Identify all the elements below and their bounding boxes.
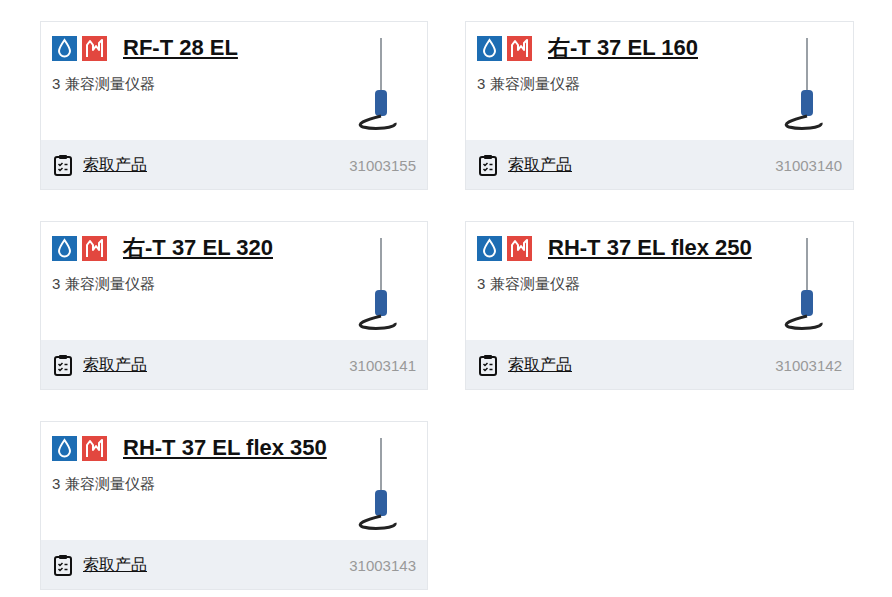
water-drop-icon: [477, 236, 502, 261]
request-product-label[interactable]: 索取产品: [83, 553, 147, 577]
probe-icon: [761, 234, 845, 330]
request-product-link[interactable]: 索取产品: [53, 353, 147, 377]
card-footer: 索取产品 31003140: [466, 140, 853, 189]
product-image: [761, 234, 845, 330]
request-product-link[interactable]: 索取产品: [478, 353, 572, 377]
category-icons: [52, 36, 107, 61]
compatible-devices: 3 兼容测量仪器: [52, 73, 329, 96]
card-footer: 索取产品 31003141: [41, 340, 427, 389]
probe-icon: [335, 234, 419, 330]
request-product-label[interactable]: 索取产品: [508, 153, 572, 177]
request-product-label[interactable]: 索取产品: [508, 353, 572, 377]
clipboard-icon: [53, 154, 73, 176]
card-body: RH-T 37 EL flex 350 3 兼容测量仪器: [41, 422, 427, 540]
product-title[interactable]: RH-T 37 EL flex 250: [548, 234, 752, 263]
probe-icon: [761, 34, 845, 130]
product-code: 31003142: [775, 355, 842, 378]
product-grid: RF-T 28 EL3 兼容测量仪器索取产品31003155右-T 37 EL …: [40, 21, 854, 590]
probe-icon: [335, 434, 419, 530]
water-drop-icon: [52, 236, 77, 261]
request-product-label[interactable]: 索取产品: [83, 153, 147, 177]
product-header: 右-T 37 EL 320: [52, 234, 329, 263]
product-card: RH-T 37 EL flex 250 3 兼容测量仪器索取产品 31003142: [465, 221, 854, 390]
clipboard-icon: [53, 554, 73, 576]
compatible-devices: 3 兼容测量仪器: [477, 73, 755, 96]
product-image: [761, 34, 845, 130]
water-drop-icon: [52, 436, 77, 461]
card-body: 右-T 37 EL 160 3 兼容测量仪器: [466, 22, 853, 140]
product-image: [335, 234, 419, 330]
product-image: [335, 34, 419, 130]
request-product-link[interactable]: 索取产品: [478, 153, 572, 177]
product-title[interactable]: 右-T 37 EL 320: [123, 234, 273, 263]
product-header: 右-T 37 EL 160: [477, 34, 755, 63]
product-info: 右-T 37 EL 160 3 兼容测量仪器: [477, 34, 755, 130]
temperature-icon: [507, 36, 532, 61]
card-footer: 索取产品 31003155: [41, 140, 427, 189]
product-header: RF-T 28 EL: [52, 34, 329, 63]
product-info: RF-T 28 EL 3 兼容测量仪器: [52, 34, 329, 130]
request-product-label[interactable]: 索取产品: [83, 353, 147, 377]
product-title[interactable]: RF-T 28 EL: [123, 34, 238, 63]
card-body: RH-T 37 EL flex 250 3 兼容测量仪器: [466, 222, 853, 340]
request-product-link[interactable]: 索取产品: [53, 553, 147, 577]
water-drop-icon: [477, 36, 502, 61]
product-title[interactable]: RH-T 37 EL flex 350: [123, 434, 327, 463]
compatible-devices: 3 兼容测量仪器: [477, 273, 755, 296]
product-card: 右-T 37 EL 160 3 兼容测量仪器索取产品 31003140: [465, 21, 854, 190]
request-product-link[interactable]: 索取产品: [53, 153, 147, 177]
category-icons: [477, 236, 532, 261]
temperature-icon: [507, 236, 532, 261]
category-icons: [52, 436, 107, 461]
product-info: RH-T 37 EL flex 350 3 兼容测量仪器: [52, 434, 329, 530]
temperature-icon: [82, 436, 107, 461]
card-body: RF-T 28 EL 3 兼容测量仪器: [41, 22, 427, 140]
temperature-icon: [82, 36, 107, 61]
product-info: RH-T 37 EL flex 250 3 兼容测量仪器: [477, 234, 755, 330]
product-title[interactable]: 右-T 37 EL 160: [548, 34, 698, 63]
product-card: RH-T 37 EL flex 350 3 兼容测量仪器索取产品 31003143: [40, 421, 428, 590]
product-card: RF-T 28 EL 3 兼容测量仪器索取产品 31003155: [40, 21, 428, 190]
card-body: 右-T 37 EL 320 3 兼容测量仪器: [41, 222, 427, 340]
product-image: [335, 434, 419, 530]
compatible-devices: 3 兼容测量仪器: [52, 273, 329, 296]
clipboard-icon: [478, 354, 498, 376]
clipboard-icon: [53, 354, 73, 376]
product-code: 31003140: [775, 155, 842, 178]
card-footer: 索取产品 31003142: [466, 340, 853, 389]
clipboard-icon: [478, 154, 498, 176]
water-drop-icon: [52, 36, 77, 61]
compatible-devices: 3 兼容测量仪器: [52, 473, 329, 496]
temperature-icon: [82, 236, 107, 261]
card-footer: 索取产品 31003143: [41, 540, 427, 589]
product-card: 右-T 37 EL 320 3 兼容测量仪器索取产品 31003141: [40, 221, 428, 390]
product-header: RH-T 37 EL flex 250: [477, 234, 755, 263]
product-header: RH-T 37 EL flex 350: [52, 434, 329, 463]
category-icons: [52, 236, 107, 261]
product-code: 31003143: [349, 555, 416, 578]
product-code: 31003155: [349, 155, 416, 178]
category-icons: [477, 36, 532, 61]
product-code: 31003141: [349, 355, 416, 378]
probe-icon: [335, 34, 419, 130]
product-info: 右-T 37 EL 320 3 兼容测量仪器: [52, 234, 329, 330]
